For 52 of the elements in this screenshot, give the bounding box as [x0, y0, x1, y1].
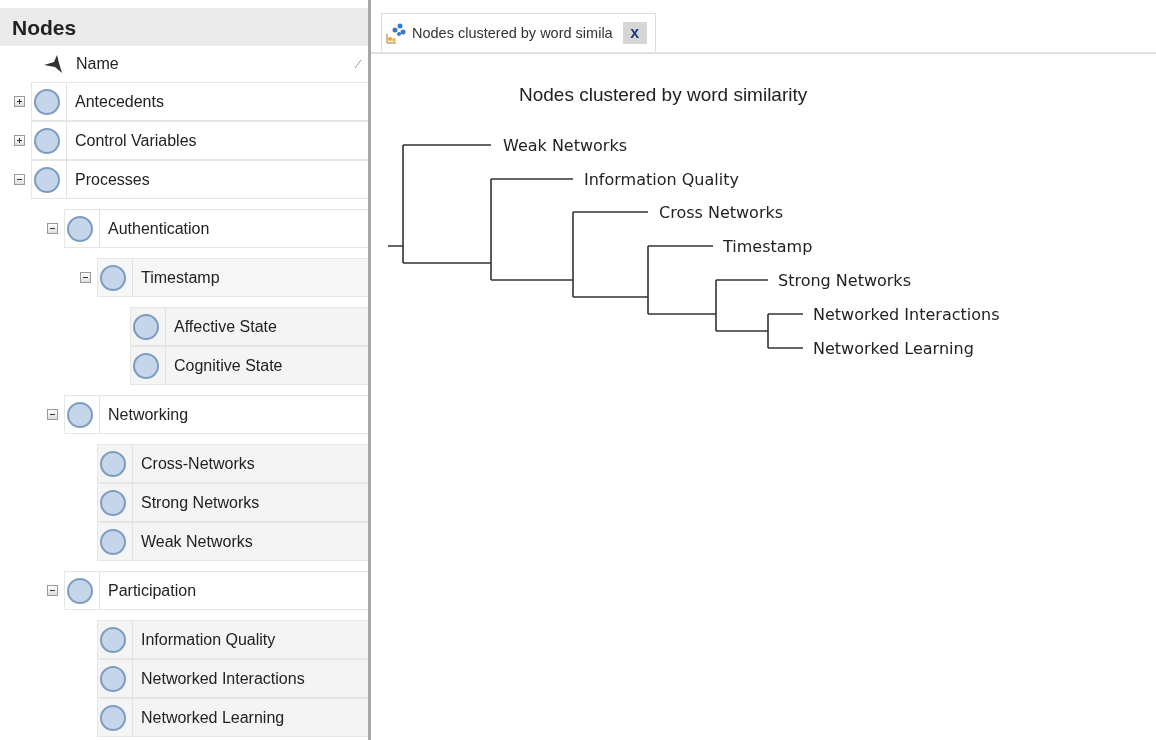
node-icon — [100, 264, 126, 291]
leaf-label: Weak Networks — [503, 136, 628, 155]
expand-toggle[interactable] — [14, 96, 25, 107]
tree-row[interactable]: Weak Networks — [97, 522, 368, 561]
chart-title: Nodes clustered by word similarity — [519, 84, 809, 106]
node-icon — [34, 88, 60, 115]
collapse-toggle[interactable] — [47, 223, 58, 234]
collapse-toggle[interactable] — [80, 272, 91, 283]
node-icon — [67, 215, 93, 242]
tree-row[interactable]: Networking — [64, 395, 368, 434]
node-icon — [133, 352, 159, 379]
node-icon — [100, 489, 126, 516]
leaf-label: Cross Networks — [659, 203, 784, 222]
tree-row[interactable]: Timestamp — [97, 258, 368, 297]
tab-label: Nodes clustered by word simila — [412, 25, 613, 41]
node-icon — [100, 528, 126, 555]
cluster-icon — [386, 22, 408, 44]
tree-row[interactable]: Affective State — [130, 307, 368, 346]
collapse-toggle[interactable] — [14, 174, 25, 185]
tree-row[interactable]: Cross-Networks — [97, 444, 368, 483]
panel-title: Nodes — [0, 8, 368, 46]
node-icon — [34, 166, 60, 193]
node-icon — [100, 626, 126, 653]
collapse-toggle[interactable] — [47, 409, 58, 420]
tree-row[interactable]: Networked Interactions — [97, 659, 368, 698]
node-icon — [100, 450, 126, 477]
resize-grip-icon — [354, 59, 362, 69]
expand-toggle[interactable] — [14, 135, 25, 146]
tree-row[interactable]: Antecedents — [31, 82, 368, 121]
leaf-label: Networked Learning — [813, 339, 974, 358]
node-icon — [67, 401, 93, 428]
node-icon — [67, 577, 93, 604]
tree-row[interactable]: Participation — [64, 571, 368, 610]
tree-row[interactable]: Control Variables — [31, 121, 368, 160]
node-icon — [100, 665, 126, 692]
leaf-label: Strong Networks — [778, 271, 911, 290]
tree-row[interactable]: Authentication — [64, 209, 368, 248]
leaf-label: Timestamp — [723, 237, 813, 256]
tree-row[interactable]: Cognitive State — [130, 346, 368, 385]
document-tab[interactable]: Nodes clustered by word simila x — [381, 13, 656, 52]
tree-row[interactable]: Strong Networks — [97, 483, 368, 522]
node-icon — [34, 127, 60, 154]
node-icon — [133, 313, 159, 340]
tree-row[interactable]: Processes — [31, 160, 368, 199]
tree-row[interactable]: Networked Learning — [97, 698, 368, 737]
leaf-label: Networked Interactions — [813, 305, 1000, 324]
close-button[interactable]: x — [622, 22, 647, 44]
node-icon — [100, 704, 126, 731]
tree-row[interactable]: Information Quality — [97, 620, 368, 659]
leaf-label: Information Quality — [584, 170, 739, 189]
column-header[interactable]: Name — [76, 55, 354, 73]
collapse-toggle[interactable] — [47, 585, 58, 596]
